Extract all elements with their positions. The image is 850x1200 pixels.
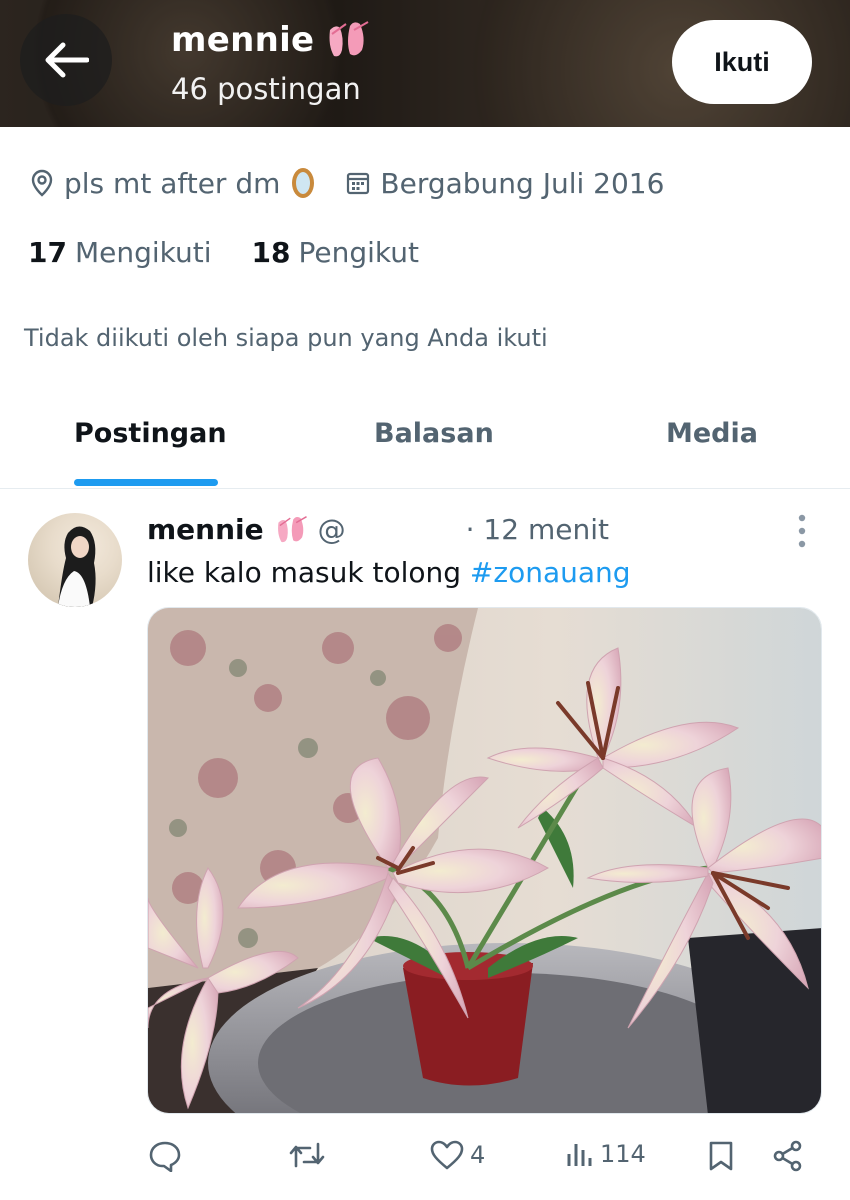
ballet-shoes-emoji bbox=[329, 21, 369, 57]
post-author-name[interactable]: mennie bbox=[147, 513, 264, 546]
following-link[interactable]: 17 Mengikuti bbox=[28, 236, 212, 269]
bookmark-button[interactable] bbox=[708, 1140, 734, 1172]
more-vertical-icon bbox=[798, 514, 806, 548]
followers-count: 18 bbox=[251, 236, 291, 269]
views-button[interactable]: 114 bbox=[566, 1140, 646, 1168]
views-icon bbox=[567, 1144, 592, 1166]
calendar-icon bbox=[347, 172, 370, 195]
like-button[interactable]: 4 bbox=[430, 1140, 485, 1170]
mirror-emoji bbox=[292, 168, 315, 198]
like-icon bbox=[430, 1140, 464, 1170]
post-text: like kalo masuk tolong #zonauang bbox=[147, 556, 631, 589]
bookmark-icon bbox=[709, 1141, 733, 1171]
tab-media[interactable]: Media bbox=[666, 418, 758, 449]
post-hashtag[interactable]: #zonauang bbox=[470, 556, 631, 589]
tab-posts[interactable]: Postingan bbox=[74, 418, 227, 449]
following-label: Mengikuti bbox=[74, 236, 212, 269]
profile-tabs: Postingan Balasan Media bbox=[0, 390, 850, 489]
profile-location: pls mt after dm bbox=[30, 166, 316, 200]
header-name-row: mennie bbox=[171, 20, 370, 60]
back-arrow-icon bbox=[45, 42, 89, 78]
header-username: mennie bbox=[171, 20, 315, 60]
post-author-handle[interactable]: @ bbox=[318, 513, 346, 546]
lily-flowers-photo bbox=[148, 608, 821, 1113]
followers-label: Pengikut bbox=[298, 236, 419, 269]
reply-button[interactable] bbox=[148, 1140, 182, 1172]
share-button[interactable] bbox=[772, 1140, 804, 1172]
post-header: mennie @ · 12 menit bbox=[147, 513, 609, 546]
header-post-count: 46 postingan bbox=[171, 72, 361, 106]
share-icon bbox=[773, 1140, 802, 1172]
location-text: pls mt after dm bbox=[64, 166, 281, 200]
active-tab-indicator bbox=[74, 479, 218, 486]
joined-text: Bergabung Juli 2016 bbox=[380, 166, 665, 200]
views-count: 114 bbox=[600, 1140, 646, 1168]
mutual-followers-text: Tidak diikuti oleh siapa pun yang Anda i… bbox=[24, 324, 548, 352]
avatar-photo bbox=[58, 526, 96, 607]
post-actions: 4 114 bbox=[0, 1136, 850, 1182]
profile-joined: Bergabung Juli 2016 bbox=[346, 167, 664, 200]
following-count: 17 bbox=[28, 236, 67, 269]
post-body: like kalo masuk tolong bbox=[147, 556, 470, 589]
post-image[interactable] bbox=[147, 607, 822, 1114]
repost-icon bbox=[289, 1142, 325, 1168]
follow-stats: 17 Mengikuti 18 Pengikut bbox=[28, 236, 459, 269]
ballet-shoes-emoji bbox=[277, 515, 307, 542]
follow-button[interactable]: Ikuti bbox=[672, 20, 812, 104]
post-timestamp[interactable]: · 12 menit bbox=[466, 513, 609, 546]
location-pin-icon bbox=[31, 169, 53, 197]
followers-link[interactable]: 18 Pengikut bbox=[252, 236, 419, 269]
like-count: 4 bbox=[470, 1141, 486, 1169]
post-avatar[interactable] bbox=[28, 513, 122, 607]
post-more-button[interactable] bbox=[790, 512, 814, 550]
profile-meta: pls mt after dm Bergabung Juli 2016 bbox=[30, 166, 694, 200]
back-button[interactable] bbox=[20, 14, 112, 106]
reply-icon bbox=[149, 1141, 181, 1172]
tab-replies[interactable]: Balasan bbox=[374, 418, 494, 449]
repost-button[interactable] bbox=[288, 1140, 326, 1170]
